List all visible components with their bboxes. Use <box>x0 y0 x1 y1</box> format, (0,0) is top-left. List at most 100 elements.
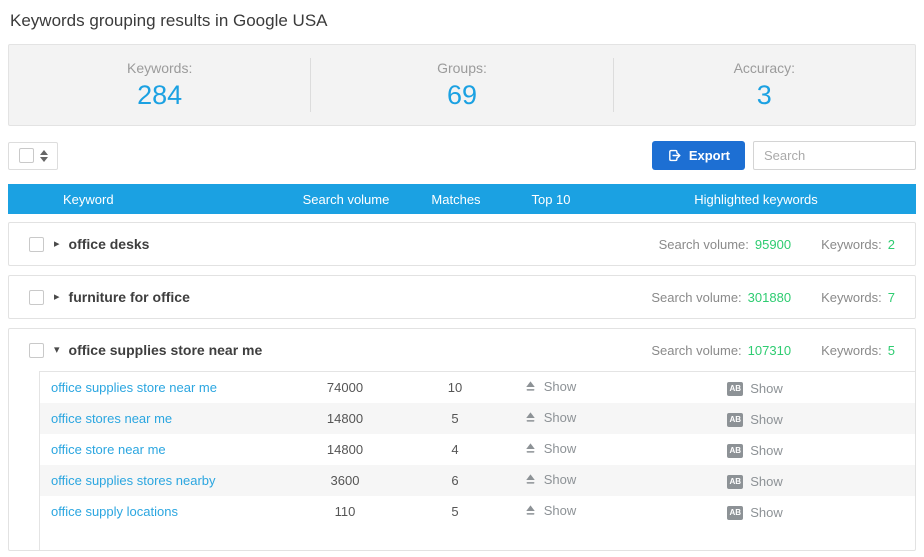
show-label: Show <box>543 472 577 487</box>
top10-show-button[interactable]: Show <box>524 379 576 394</box>
search-input[interactable] <box>753 141 916 170</box>
search-volume-cell: 74000 <box>326 380 364 395</box>
group-card-office-desks: ▸ office desks Search volume: 95900 Keyw… <box>8 222 916 266</box>
group-checkbox[interactable] <box>29 342 44 358</box>
export-label: Export <box>688 148 730 163</box>
keyword-link[interactable]: office supply locations <box>51 504 178 519</box>
search-volume-cell: 110 <box>334 504 356 519</box>
dropdown-arrows-icon[interactable] <box>39 149 48 162</box>
stat-accuracy: Accuracy: 3 <box>612 58 915 112</box>
group-header[interactable]: ▸ furniture for office Search volume: 30… <box>9 276 915 318</box>
keyword-link[interactable]: office stores near me <box>51 411 172 426</box>
top10-show-button[interactable]: Show <box>524 503 577 518</box>
export-button[interactable]: Export <box>651 141 745 170</box>
matches-cell: 10 <box>447 380 463 395</box>
group-checkbox[interactable] <box>29 289 44 305</box>
select-all-control[interactable] <box>8 141 58 170</box>
keywords-count-label: Keywords: <box>821 236 882 252</box>
keywords-count-label: Keywords: <box>821 342 882 358</box>
keyword-link[interactable]: office supplies stores nearby <box>51 473 216 488</box>
eject-icon <box>525 505 535 515</box>
arrow-up-icon <box>39 149 48 155</box>
keyword-link[interactable]: office supplies store near me <box>51 380 217 395</box>
group-header[interactable]: ▸ office desks Search volume: 95900 Keyw… <box>9 223 915 265</box>
highlighted-show-button[interactable]: AB Show <box>727 443 783 458</box>
stat-value: 3 <box>756 79 772 110</box>
search-volume-cell: 3600 <box>330 473 360 488</box>
column-header-top10[interactable]: Top 10 <box>506 192 596 207</box>
group-meta: Search volume: 301880 Keywords: 7 <box>651 290 895 305</box>
keywords-count-label: Keywords: <box>821 289 882 305</box>
expand-icon[interactable]: ▸ <box>54 238 60 250</box>
group-header[interactable]: ▾ office supplies store near me Search v… <box>9 329 915 371</box>
toolbar: Export <box>8 141 916 170</box>
column-header-matches[interactable]: Matches <box>406 192 506 207</box>
ab-badge-icon: AB <box>727 505 744 520</box>
highlighted-show-button[interactable]: AB Show <box>727 381 783 396</box>
matches-cell: 5 <box>451 411 459 426</box>
highlighted-show-button[interactable]: AB Show <box>727 505 783 520</box>
group-checkbox[interactable] <box>29 236 44 252</box>
search-volume-cell: 14800 <box>326 442 364 457</box>
keyword-link[interactable]: office store near me <box>51 442 166 457</box>
export-icon <box>668 149 681 162</box>
show-label: Show <box>543 410 577 425</box>
top10-show-button[interactable]: Show <box>524 472 577 487</box>
arrow-down-icon <box>39 156 48 162</box>
keyword-row: office supplies stores nearby 3600 6 Sho… <box>40 465 915 496</box>
show-label: Show <box>750 474 783 489</box>
keyword-row: office stores near me 14800 5 Show AB Sh… <box>40 403 915 434</box>
highlighted-show-button[interactable]: AB Show <box>727 412 783 427</box>
group-meta: Search volume: 107310 Keywords: 5 <box>651 343 895 358</box>
column-header-search-volume[interactable]: Search volume <box>286 192 406 207</box>
search-volume-label: Search volume: <box>658 236 749 252</box>
keyword-row: office supplies store near me 74000 10 S… <box>40 372 915 403</box>
top10-show-button[interactable]: Show <box>524 410 577 425</box>
search-volume-label: Search volume: <box>651 342 742 358</box>
toolbar-right: Export <box>651 141 916 170</box>
stat-label: Accuracy: <box>733 59 796 76</box>
stat-label: Groups: <box>437 59 487 76</box>
show-label: Show <box>543 503 577 518</box>
group-name[interactable]: furniture for office <box>69 289 190 305</box>
expand-icon[interactable]: ▸ <box>54 291 60 303</box>
stat-value: 284 <box>137 79 183 110</box>
keyword-row: office supply locations 110 5 Show AB Sh… <box>40 496 915 527</box>
show-label: Show <box>750 412 783 427</box>
keyword-rows: office supplies store near me 74000 10 S… <box>39 371 915 550</box>
group-card-office-supplies-store-near-me: ▾ office supplies store near me Search v… <box>8 328 916 551</box>
stat-value: 69 <box>446 79 478 110</box>
search-volume-value: 301880 <box>747 289 792 305</box>
select-all-checkbox[interactable] <box>18 148 34 163</box>
show-label: Show <box>750 505 783 520</box>
group-card-furniture-for-office: ▸ furniture for office Search volume: 30… <box>8 275 916 319</box>
table-header: Keyword Search volume Matches Top 10 Hig… <box>8 184 916 214</box>
search-volume-label: Search volume: <box>651 289 742 305</box>
show-label: Show <box>750 381 783 396</box>
show-label: Show <box>750 443 783 458</box>
matches-cell: 4 <box>451 442 459 457</box>
eject-icon <box>525 443 535 453</box>
column-header-highlighted-keywords[interactable]: Highlighted keywords <box>596 192 916 207</box>
page-title: Keywords grouping results in Google USA <box>10 11 328 30</box>
keyword-row: office store near me 14800 4 Show AB Sho… <box>40 434 915 465</box>
eject-icon <box>525 474 535 484</box>
stat-groups: Groups: 69 <box>310 58 612 112</box>
eject-icon <box>525 381 535 391</box>
highlighted-show-button[interactable]: AB Show <box>727 474 783 489</box>
group-meta: Search volume: 95900 Keywords: 2 <box>659 237 895 252</box>
search-volume-value: 95900 <box>754 236 792 252</box>
keywords-grouping-page: Keywords grouping results in Google USA … <box>0 0 924 557</box>
group-name[interactable]: office supplies store near me <box>69 342 263 358</box>
ab-badge-icon: AB <box>727 412 744 427</box>
stat-keywords: Keywords: 284 <box>9 58 310 112</box>
ab-badge-icon: AB <box>727 474 744 489</box>
eject-icon <box>525 412 535 422</box>
ab-badge-icon: AB <box>727 443 744 458</box>
collapse-icon[interactable]: ▾ <box>54 344 60 356</box>
group-name[interactable]: office desks <box>69 236 150 252</box>
column-header-keyword[interactable]: Keyword <box>8 192 286 207</box>
show-label: Show <box>543 441 577 456</box>
search-volume-cell: 14800 <box>326 411 364 426</box>
top10-show-button[interactable]: Show <box>524 441 577 456</box>
